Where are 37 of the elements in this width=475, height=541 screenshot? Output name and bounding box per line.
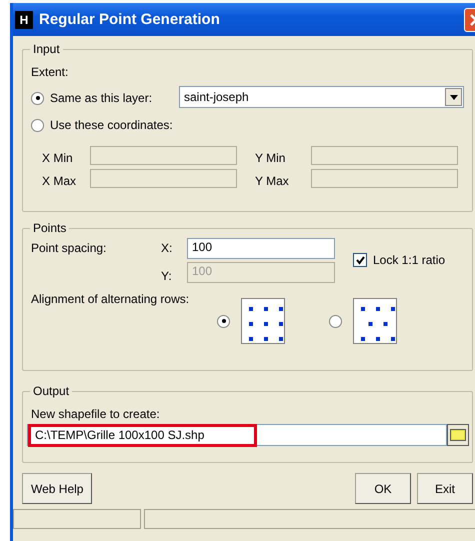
app-icon: H (15, 10, 33, 28)
coordinate-field[interactable] (90, 146, 237, 165)
extent-label: Extent: (31, 65, 70, 79)
output-label: New shapefile to create: (31, 407, 161, 421)
group-label: Points (32, 221, 68, 235)
y-label: Y: (161, 269, 173, 283)
x-spacing-field[interactable]: 100 (187, 238, 335, 258)
path-text: C:\TEMP\Grille 100x100 SJ.shp (28, 424, 258, 447)
coordinate-label: X Min (41, 151, 74, 165)
x-label: X: (161, 241, 174, 255)
coordinate-field[interactable] (90, 169, 237, 188)
lock-label: Lock 1:1 ratio (373, 253, 446, 267)
coordinate-label: Y Max (254, 174, 290, 188)
checkbox[interactable] (353, 253, 367, 267)
coordinate-field[interactable] (311, 169, 458, 188)
window-title: Regular Point Generation (39, 11, 221, 28)
web-help-button[interactable]: Web Help (22, 473, 92, 504)
alignment-label: Alignment of alternating rows: (31, 292, 190, 306)
option-label: Use these coordinates: (50, 118, 173, 132)
folder-icon[interactable] (447, 424, 469, 446)
coordinate-field[interactable] (311, 146, 458, 165)
output-path-field[interactable]: C:\TEMP\Grille 100x100 SJ.shp (27, 424, 447, 446)
option-label: Same as this layer: (50, 91, 152, 105)
radio-button[interactable] (329, 314, 342, 328)
radio-button[interactable] (217, 314, 230, 328)
group-label: Output (32, 384, 70, 398)
spacing-label: Point spacing: (31, 241, 108, 255)
coordinate-label: X Max (41, 174, 78, 188)
ok-button[interactable]: OK (355, 473, 411, 504)
radio-button[interactable] (31, 118, 44, 132)
group-label: Input (32, 42, 61, 56)
dot-grid-icon[interactable] (241, 298, 285, 344)
layer-dropdown[interactable]: saint-joseph (179, 86, 464, 108)
staggered-dots-icon[interactable] (353, 298, 397, 344)
radio-button[interactable] (31, 92, 44, 104)
exit-button[interactable]: Exit (417, 473, 473, 504)
coordinate-label: Y Min (254, 151, 286, 165)
